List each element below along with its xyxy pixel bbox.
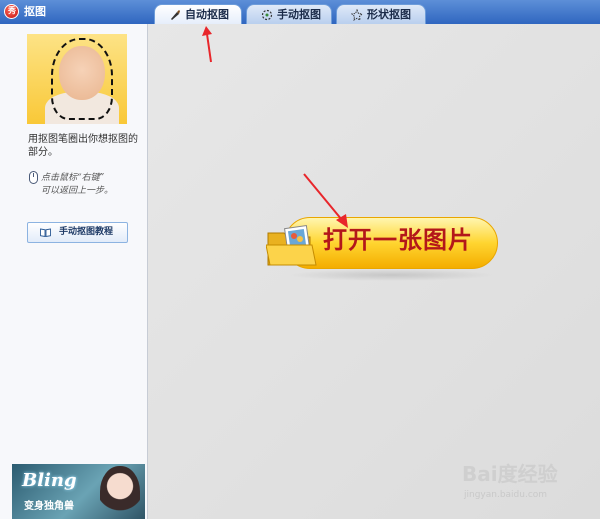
annotation-arrow-tab — [202, 26, 212, 63]
hint-line-2: 可以返回上一步。 — [41, 186, 114, 196]
ad-title: Bling — [22, 470, 77, 491]
watermark-logo: Bai度经验 — [462, 462, 558, 486]
instruction-text: 用抠图笔圈出你想抠图的部分。 — [28, 134, 138, 158]
mouse-icon — [29, 171, 38, 184]
tab-auto-cutout[interactable]: 自动抠图 — [154, 4, 242, 24]
shape-icon — [351, 9, 363, 21]
sidebar: 用抠图笔圈出你想抠图的部分。 点击鼠标“右键” 可以返回上一步。 手动抠图教程 … — [0, 24, 148, 519]
tab-shape-cutout[interactable]: 形状抠图 — [336, 4, 426, 24]
button-shadow — [286, 269, 496, 281]
book-icon — [40, 228, 51, 237]
app-logo-icon: 秀 — [4, 4, 19, 19]
annotation-arrow-button — [303, 173, 348, 228]
title-bar: 秀 抠图 自动抠图 手动抠图 形状抠图 — [0, 0, 600, 24]
tutorial-button[interactable]: 手动抠图教程 — [27, 222, 128, 243]
brush-icon — [171, 10, 180, 20]
tab-label: 手动抠图 — [277, 8, 321, 21]
hint-line-1: 点击鼠标“右键” — [41, 173, 105, 183]
lasso-outline — [51, 38, 113, 120]
tab-label: 自动抠图 — [185, 8, 229, 21]
ad-portrait-image — [100, 466, 140, 519]
tutorial-button-label: 手动抠图教程 — [59, 227, 114, 237]
watermark: Bai度经验 jingyan.baidu.com — [462, 458, 598, 516]
window-title: 抠图 — [24, 5, 46, 18]
tab-label: 形状抠图 — [367, 8, 411, 21]
app-logo-text: 秀 — [8, 6, 16, 15]
folder-image-icon — [266, 225, 317, 266]
lasso-icon — [261, 9, 273, 21]
tab-manual-cutout[interactable]: 手动抠图 — [246, 4, 332, 24]
watermark-url: jingyan.baidu.com — [464, 490, 548, 500]
example-thumbnail — [27, 34, 127, 124]
ad-subtitle: 变身独角兽 — [24, 501, 74, 512]
ad-banner[interactable]: Bling 变身独角兽 — [12, 464, 145, 519]
